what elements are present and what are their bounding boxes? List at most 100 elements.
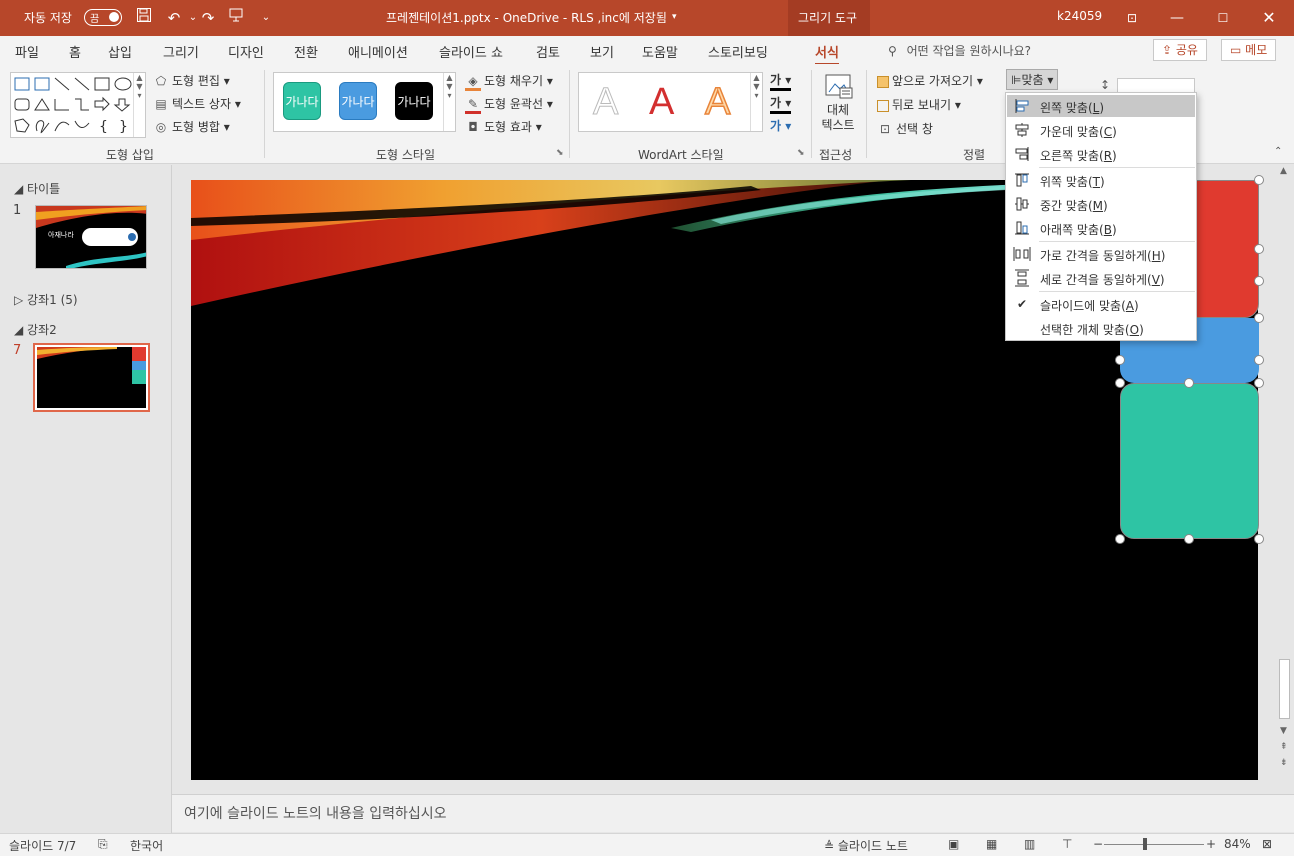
next-slide-icon[interactable]: ⇟	[1280, 758, 1288, 768]
menu-item-align-right[interactable]: 오른쪽 맞춤(R)	[1007, 143, 1195, 165]
undo-icon[interactable]: ↶	[164, 7, 184, 29]
alt-text-button[interactable]: 대체 텍스트	[818, 72, 858, 144]
text-outline-button[interactable]: 가 ▾	[770, 94, 792, 114]
close-icon[interactable]: ✕	[1257, 6, 1281, 30]
bring-forward-button[interactable]: 앞으로 가져오기 ▾	[877, 72, 983, 89]
customize-qat-icon[interactable]: ⌄	[256, 7, 276, 29]
save-icon[interactable]	[134, 7, 154, 29]
tab-transitions[interactable]: 전환	[294, 42, 318, 61]
document-title[interactable]: 프레젠테이션1.pptx - OneDrive - RLS ,inc에 저장됨	[386, 9, 667, 26]
present-icon[interactable]	[226, 7, 246, 29]
previous-slide-icon[interactable]: ⇞	[1280, 742, 1288, 752]
shape-outline-button[interactable]: ✎ 도형 윤곽선 ▾	[465, 95, 553, 114]
align-button[interactable]: ⊫맞춤 ▾	[1006, 69, 1059, 90]
tab-help[interactable]: 도움말	[642, 42, 678, 61]
dialog-launcher-icon[interactable]: ⬊	[556, 148, 564, 158]
selection-handle[interactable]	[1184, 378, 1194, 388]
selection-handle[interactable]	[1184, 534, 1194, 544]
selection-handle[interactable]	[1254, 378, 1264, 388]
maximize-icon[interactable]: ☐	[1211, 6, 1235, 30]
menu-item-align-left[interactable]: 왼쪽 맞춤(L)	[1007, 95, 1195, 117]
slideshow-icon[interactable]: ⊤	[1062, 837, 1072, 851]
selection-handle[interactable]	[1254, 313, 1264, 323]
title-dropdown-icon[interactable]: ▾	[672, 12, 677, 22]
zoom-slider-thumb[interactable]	[1143, 838, 1147, 850]
zoom-level[interactable]: 84%	[1224, 837, 1251, 851]
vertical-scrollbar[interactable]: ▲ ▼ ⇞ ⇟	[1277, 164, 1293, 794]
tab-home[interactable]: 홈	[69, 42, 81, 61]
slide-thumbnail-7[interactable]	[33, 343, 150, 412]
wordart-style-plain[interactable]: A	[592, 79, 618, 125]
text-box-button[interactable]: ▤ 텍스트 상자 ▾	[153, 95, 241, 112]
dialog-launcher-icon[interactable]: ⬊	[797, 148, 805, 158]
wordart-gallery[interactable]: A A A ▲ ▼ ▾	[578, 72, 763, 132]
shapes-gallery[interactable]: { } ▲ ▼ ▾	[10, 72, 146, 138]
text-fill-button[interactable]: 가 ▾	[770, 71, 792, 91]
accessibility-check-icon[interactable]: ⎘	[98, 837, 108, 852]
shape-styles-gallery[interactable]: 가나다 가나다 가나다 ▲ ▼ ▾	[273, 72, 456, 132]
section-title[interactable]: ▷ 강좌1 (5)	[14, 291, 78, 308]
edit-shape-button[interactable]: ⬠ 도형 편집 ▾	[153, 72, 230, 89]
scroll-thumb[interactable]	[1279, 659, 1290, 719]
notes-pane[interactable]: 여기에 슬라이드 노트의 내용을 입력하십시오	[172, 794, 1294, 832]
share-button[interactable]: ⇪ 공유	[1153, 39, 1207, 61]
shape-style-chip[interactable]: 가나다	[339, 82, 377, 120]
tab-view[interactable]: 보기	[590, 42, 614, 61]
tab-storyboarding[interactable]: 스토리보딩	[708, 42, 768, 61]
wordart-style-orange[interactable]: A	[704, 79, 731, 125]
redo-icon[interactable]: ↷	[198, 7, 218, 29]
selection-handle[interactable]	[1254, 175, 1264, 185]
scroll-down-icon[interactable]: ▼	[1280, 726, 1287, 736]
merge-shapes-button[interactable]: ◎ 도형 병합 ▾	[153, 118, 230, 135]
section-title[interactable]: ◢ 강좌2	[14, 321, 57, 338]
menu-item-align-to-slide[interactable]: ✔ 슬라이드에 맞춤(A)	[1007, 293, 1195, 315]
menu-item-align-top[interactable]: 위쪽 맞춤(T)	[1007, 169, 1195, 191]
collapse-ribbon-icon[interactable]: ⌃	[1274, 146, 1282, 157]
section-title[interactable]: ◢ 타이틀	[14, 180, 60, 197]
notes-toggle[interactable]: ≜ 슬라이드 노트	[824, 837, 908, 854]
zoom-in-icon[interactable]: +	[1206, 837, 1216, 851]
slide-thumbnail-1[interactable]: 아재나라	[35, 205, 147, 269]
send-backward-button[interactable]: 뒤로 보내기 ▾	[877, 96, 961, 113]
comments-button[interactable]: ▭ 메모	[1221, 39, 1277, 61]
menu-item-distribute-horizontal[interactable]: 가로 간격을 동일하게(H)	[1007, 243, 1195, 265]
ribbon-display-icon[interactable]: ⊡	[1120, 6, 1144, 30]
selection-handle[interactable]	[1254, 534, 1264, 544]
shape-effects-button[interactable]: ◘ 도형 효과 ▾	[465, 118, 542, 135]
menu-item-distribute-vertical[interactable]: 세로 간격을 동일하게(V)	[1007, 267, 1195, 289]
menu-item-align-bottom[interactable]: 아래쪽 맞춤(B)	[1007, 217, 1195, 239]
user-name[interactable]: k24059	[1057, 9, 1102, 23]
tab-insert[interactable]: 삽입	[108, 42, 132, 61]
wordart-style-red[interactable]: A	[649, 79, 674, 125]
tell-me-search[interactable]: ⚲ 어떤 작업을 원하시나요?	[888, 42, 1031, 59]
menu-item-align-selected-objects[interactable]: 선택한 개체 맞춤(O)	[1007, 317, 1195, 339]
text-effects-button[interactable]: 가 ▾	[770, 117, 791, 134]
slide-sorter-icon[interactable]: ▦	[986, 837, 997, 851]
tab-draw[interactable]: 그리기	[163, 42, 199, 61]
selection-handle[interactable]	[1115, 534, 1125, 544]
fit-to-window-icon[interactable]: ⊠	[1262, 837, 1272, 851]
green-shape[interactable]	[1120, 383, 1259, 539]
tab-file[interactable]: 파일	[15, 42, 39, 61]
selection-handle[interactable]	[1254, 355, 1264, 365]
zoom-out-icon[interactable]: −	[1093, 837, 1103, 851]
menu-item-align-center[interactable]: 가운데 맞춤(C)	[1007, 119, 1195, 141]
tab-review[interactable]: 검토	[536, 42, 560, 61]
reading-view-icon[interactable]: ▥	[1024, 837, 1035, 851]
shape-styles-scroll[interactable]: ▲ ▼ ▾	[443, 73, 455, 131]
shape-fill-button[interactable]: ◈ 도형 채우기 ▾	[465, 72, 553, 91]
language-indicator[interactable]: 한국어	[130, 837, 163, 854]
minimize-icon[interactable]: —	[1165, 6, 1189, 30]
selection-handle[interactable]	[1254, 276, 1264, 286]
tab-design[interactable]: 디자인	[228, 42, 264, 61]
wordart-gallery-scroll[interactable]: ▲ ▼ ▾	[750, 73, 762, 131]
zoom-slider[interactable]	[1104, 844, 1204, 845]
scroll-up-icon[interactable]: ▲	[1280, 166, 1287, 176]
tab-slideshow[interactable]: 슬라이드 쇼	[439, 42, 503, 61]
shape-style-chip[interactable]: 가나다	[395, 82, 433, 120]
selection-handle[interactable]	[1115, 355, 1125, 365]
selection-pane-button[interactable]: ⊡ 선택 창	[877, 120, 933, 137]
selection-handle[interactable]	[1254, 244, 1264, 254]
normal-view-icon[interactable]: ▣	[948, 837, 959, 851]
shape-style-chip[interactable]: 가나다	[283, 82, 321, 120]
